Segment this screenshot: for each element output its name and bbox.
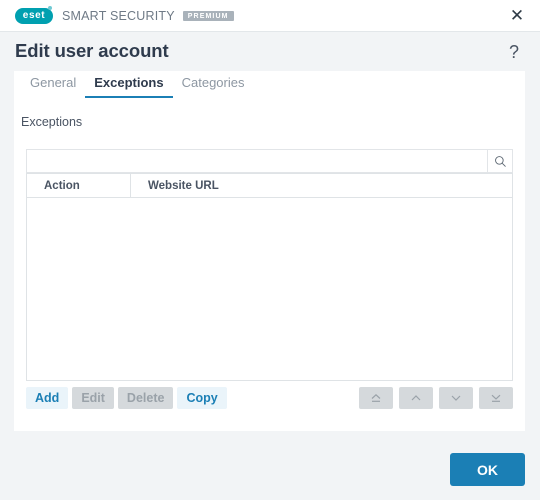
table-header-row: Action Website URL (27, 173, 512, 198)
search-icon[interactable] (487, 149, 513, 173)
move-to-bottom-button (479, 387, 513, 409)
table-body-empty[interactable] (27, 198, 512, 379)
chevron-up-icon (411, 395, 421, 401)
dialog-content-card: General Exceptions Categories Exceptions… (14, 71, 525, 431)
eset-logo-icon: eset (15, 5, 53, 24)
delete-button: Delete (117, 387, 174, 409)
product-name: SMART SECURITY (62, 8, 175, 23)
tab-general[interactable]: General (21, 71, 85, 98)
move-down-button (439, 387, 473, 409)
exceptions-table: Action Website URL (26, 173, 513, 381)
page-title: Edit user account (15, 40, 169, 61)
search-row (26, 149, 513, 173)
close-icon[interactable]: ✕ (494, 0, 540, 31)
section-title: Exceptions (21, 115, 83, 129)
edit-button: Edit (72, 387, 114, 409)
chevron-down-icon (451, 395, 461, 401)
move-to-bottom-icon (491, 394, 501, 402)
move-up-button (399, 387, 433, 409)
ok-button[interactable]: OK (450, 453, 525, 486)
edition-badge: PREMIUM (182, 10, 234, 21)
search-input[interactable] (26, 149, 487, 173)
list-actions-row: Add Edit Delete Copy (26, 386, 513, 410)
tab-categories[interactable]: Categories (173, 71, 254, 98)
tab-bar: General Exceptions Categories (14, 71, 253, 101)
move-to-top-icon (371, 393, 381, 402)
column-header-action[interactable]: Action (27, 174, 131, 197)
copy-button[interactable]: Copy (177, 387, 227, 409)
app-brand-bar: eset SMART SECURITY PREMIUM (0, 0, 540, 32)
help-icon[interactable]: ? (503, 40, 525, 64)
reorder-button-group (353, 387, 513, 409)
column-header-website-url[interactable]: Website URL (131, 174, 512, 197)
move-to-top-button (359, 387, 393, 409)
tab-exceptions[interactable]: Exceptions (85, 71, 173, 98)
add-button[interactable]: Add (26, 387, 69, 409)
